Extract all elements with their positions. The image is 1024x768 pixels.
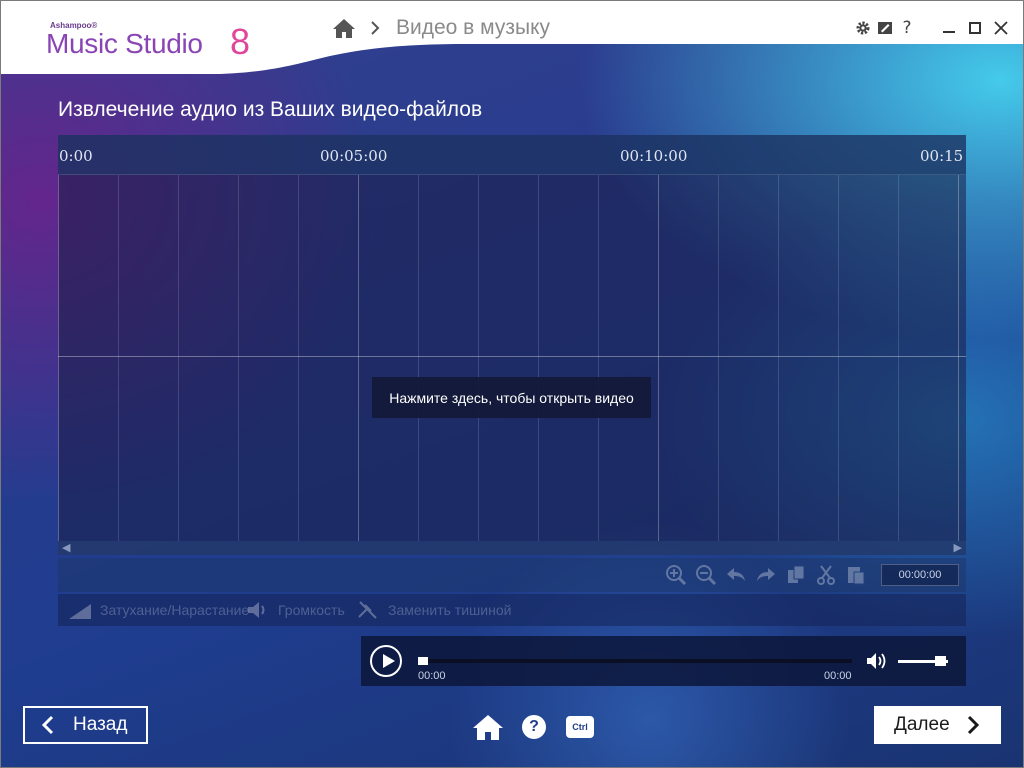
logo-product-name: Music Studio xyxy=(46,28,203,59)
speaker-icon[interactable] xyxy=(866,652,888,670)
volume-thumb[interactable] xyxy=(935,656,947,666)
effects-toolbar: Затухание/Нарастание Громкость Заменить … xyxy=(58,594,966,626)
ctrl-key-icon: Ctrl xyxy=(566,716,594,738)
seek-thumb[interactable] xyxy=(418,657,428,665)
zoom-in-icon[interactable] xyxy=(663,563,689,587)
current-time: 00:00 xyxy=(418,670,446,682)
cut-icon[interactable] xyxy=(813,563,839,587)
horizontal-scrollbar[interactable]: ◀ ▶ xyxy=(58,541,966,555)
footer-tools: ? Ctrl xyxy=(472,712,594,742)
fade-button[interactable]: Затухание/Нарастание xyxy=(68,599,249,621)
maximize-icon[interactable] xyxy=(964,18,986,38)
grid-line xyxy=(478,175,479,541)
paste-icon[interactable] xyxy=(843,563,869,587)
grid-line xyxy=(778,175,779,541)
grid-line xyxy=(898,175,899,541)
grid-line xyxy=(58,175,59,541)
grid-line xyxy=(538,175,539,541)
zoom-out-icon[interactable] xyxy=(693,563,719,587)
grid-line xyxy=(958,175,959,541)
tick-label: 00:10:00 xyxy=(620,147,688,165)
help-label: ? xyxy=(522,715,546,739)
chevron-left-icon xyxy=(41,715,54,735)
chevron-right-icon xyxy=(371,21,380,35)
window-controls xyxy=(938,18,1012,38)
fade-icon xyxy=(69,604,91,619)
volume-label: Громкость xyxy=(278,602,345,618)
edit-icon[interactable] xyxy=(874,18,896,38)
breadcrumb: Видео в музыку xyxy=(332,14,550,42)
copy-icon[interactable] xyxy=(783,563,809,587)
volume-button[interactable]: Громкость xyxy=(246,599,345,621)
grid-line xyxy=(238,175,239,541)
tick-label: 00:15 xyxy=(920,147,964,165)
edit-toolbar: 00:00:00 xyxy=(58,558,966,592)
tick-label: 00:05:00 xyxy=(320,147,388,165)
silence-button[interactable]: Заменить тишиной xyxy=(356,599,511,621)
breadcrumb-title: Видео в музыку xyxy=(396,16,550,39)
back-button[interactable]: Назад xyxy=(23,706,148,744)
grid-line xyxy=(658,175,659,541)
redo-icon[interactable] xyxy=(753,563,779,587)
seek-bar[interactable] xyxy=(418,659,852,663)
volume-icon xyxy=(248,602,265,618)
close-icon[interactable] xyxy=(990,18,1012,38)
grid-line xyxy=(718,175,719,541)
grid-line xyxy=(178,175,179,541)
tick-label: 0:00 xyxy=(59,147,93,165)
home-icon[interactable] xyxy=(472,713,504,741)
home-icon[interactable] xyxy=(332,17,356,39)
timeline-ruler: 0:00 00:05:00 00:10:00 00:15 xyxy=(58,135,966,175)
next-label: Далее xyxy=(894,714,950,735)
open-video-button[interactable]: Нажмите здесь, чтобы открыть видео xyxy=(372,377,651,418)
grid-line xyxy=(838,175,839,541)
title-bar: Ashampoo® Music Studio 8 Видео в музыку xyxy=(0,0,1024,80)
audio-track[interactable]: Нажмите здесь, чтобы открыть видео xyxy=(58,175,966,541)
page-title: Извлечение аудио из Ваших видео-файлов xyxy=(58,98,483,121)
silence-icon xyxy=(358,601,377,619)
grid-line xyxy=(418,175,419,541)
center-line xyxy=(58,356,966,357)
help-button[interactable]: ? xyxy=(896,18,918,38)
grid-line xyxy=(598,175,599,541)
scroll-left-icon[interactable]: ◀ xyxy=(62,541,70,555)
position-time-field[interactable]: 00:00:00 xyxy=(881,564,959,586)
shortcuts-button[interactable]: Ctrl xyxy=(566,716,594,738)
back-label: Назад xyxy=(73,714,128,735)
logo-version: 8 xyxy=(230,21,251,62)
gear-icon[interactable] xyxy=(852,18,874,38)
edit-tools xyxy=(663,563,869,587)
total-time: 00:00 xyxy=(824,670,852,682)
play-button[interactable] xyxy=(370,645,402,677)
window-tools: ? xyxy=(852,18,918,38)
scroll-right-icon[interactable]: ▶ xyxy=(954,541,962,555)
fade-label: Затухание/Нарастание xyxy=(100,602,250,618)
media-player: 00:00 00:00 xyxy=(361,636,966,686)
grid-line xyxy=(298,175,299,541)
undo-icon[interactable] xyxy=(723,563,749,587)
grid-line xyxy=(358,175,359,541)
silence-label: Заменить тишиной xyxy=(388,602,512,618)
help-button[interactable]: ? xyxy=(522,715,546,739)
grid-line xyxy=(118,175,119,541)
chevron-right-icon xyxy=(967,715,979,735)
minimize-icon[interactable] xyxy=(938,18,960,38)
timeline-panel[interactable]: 0:00 00:05:00 00:10:00 00:15 Нажмите зде… xyxy=(58,135,966,555)
next-button[interactable]: Далее xyxy=(874,706,1001,744)
